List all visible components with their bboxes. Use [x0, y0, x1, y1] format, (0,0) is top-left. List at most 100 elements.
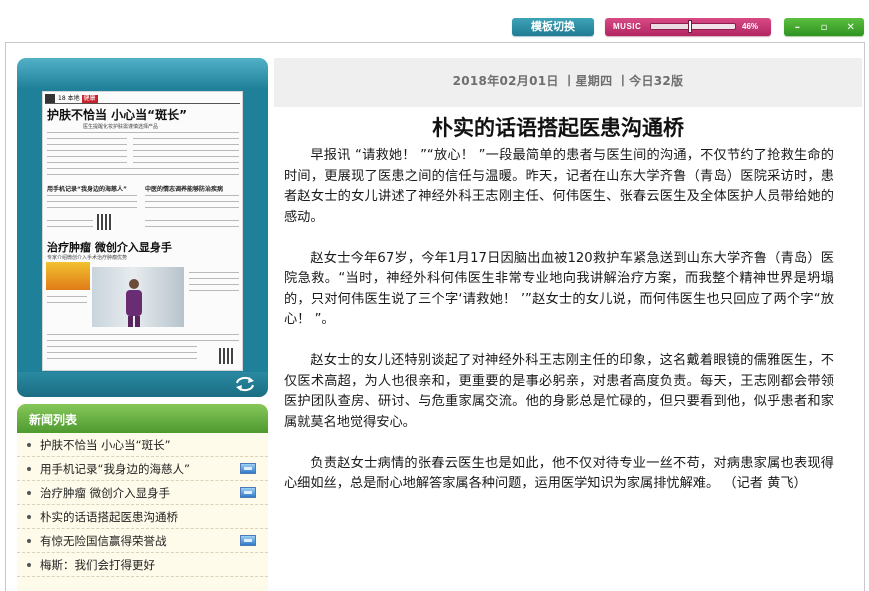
qr-code-icon — [219, 348, 235, 364]
newspaper-masthead: 18 本地 健康 — [45, 94, 240, 104]
text-column-line — [189, 272, 239, 273]
newspaper-subline-lower: 专家介绍微创介入手术治疗肿瘤优势 — [47, 255, 128, 261]
newspaper-panel-header — [17, 58, 268, 89]
text-column-line — [133, 144, 239, 145]
news-list-item-label[interactable]: 朴实的话语搭起医患沟通桥 — [40, 505, 178, 529]
article-paragraph: 赵女士今年67岁，今年1月17日因脑出血被120救护车紧急送到山东大学齐鲁（青岛… — [284, 250, 834, 328]
article-paragraph: 负责赵女士病情的张春云医生也是如此，他不仅对待专业一丝不苟，对病患家属也表现得心… — [284, 455, 834, 492]
newspaper-subline-top: 医生提醒化妆护肤需谨慎选择产品 — [83, 124, 159, 130]
text-column-line — [133, 138, 239, 139]
text-column-line — [47, 162, 127, 163]
article-paragraph: 早报讯 “请救她！ ”“放心！ ”一段最简单的患者与医生间的沟通，不仅节约了抢救… — [284, 148, 834, 225]
bullet-icon — [27, 443, 31, 447]
video-icon[interactable] — [240, 487, 256, 498]
music-volume-knob[interactable] — [687, 20, 692, 33]
main-frame: 18 本地 健康 护肤不恰当 小心当“斑长” 医生提醒化妆护肤需谨慎选择产品 用… — [5, 42, 865, 591]
text-column-line — [47, 138, 127, 139]
news-list-item-label[interactable]: 护肤不恰当 小心当“斑长” — [40, 433, 171, 457]
text-column-line — [47, 156, 127, 157]
text-column-line — [47, 226, 93, 227]
date-bar: 2018年02月01日 丨星期四 丨今日32版 — [274, 58, 862, 107]
article-body: 早报讯 “请救她！ ”“放心！ ”一段最简单的患者与医生间的沟通，不仅节约了抢救… — [284, 146, 834, 515]
text-column-line — [145, 207, 239, 208]
close-icon[interactable]: ✕ — [841, 22, 861, 33]
text-column-line — [47, 207, 137, 208]
news-list-item[interactable]: 护肤不恰当 小心当“斑长” — [17, 433, 268, 457]
article-paragraph: 赵女士的女儿还特别谈起了对神经外科王志刚主任的印象，这名戴着眼镜的儒雅医生，不仅… — [284, 353, 834, 430]
bullet-icon — [27, 515, 31, 519]
text-column-line — [145, 201, 239, 202]
news-list-title: 新闻列表 — [29, 413, 78, 427]
text-column-line — [47, 302, 87, 303]
text-column-line — [47, 296, 87, 297]
text-column-line — [47, 132, 239, 133]
bullet-icon — [27, 467, 31, 471]
minimize-icon[interactable]: – — [787, 22, 807, 33]
text-column-line — [133, 162, 239, 163]
article-title: 朴实的话语搭起医患沟通桥 — [432, 115, 684, 140]
masthead-tag: 健康 — [81, 95, 98, 103]
person-figure-icon — [126, 279, 142, 327]
news-list-item[interactable]: 治疗肿瘤 微创介入显身手 — [17, 481, 268, 505]
bullet-icon — [27, 563, 31, 567]
music-control: MUSIC 46% — [605, 18, 771, 36]
text-column-line — [47, 150, 127, 151]
issue-date-line: 2018年02月01日 丨星期四 丨今日32版 — [452, 74, 684, 88]
video-icon[interactable] — [240, 535, 256, 546]
video-icon[interactable] — [240, 463, 256, 474]
text-column-line — [47, 144, 127, 145]
music-label: MUSIC — [613, 22, 642, 31]
text-column-line — [145, 195, 239, 196]
masthead-page: 18 — [58, 95, 66, 102]
newspaper-page-thumbnail[interactable]: 18 本地 健康 护肤不恰当 小心当“斑长” 医生提醒化妆护肤需谨慎选择产品 用… — [42, 91, 243, 371]
masthead-section: 本地 — [67, 95, 80, 102]
doctor-photo — [92, 267, 184, 327]
window-controls: – ▫ ✕ — [784, 18, 864, 36]
text-column-line — [47, 195, 137, 196]
news-list-item-label[interactable]: 用手机记录“我身边的海慈人” — [40, 457, 190, 481]
news-list-item[interactable]: 梅斯：我们会打得更好 — [17, 553, 268, 577]
bullet-icon — [27, 539, 31, 543]
newspaper-headline-top[interactable]: 护肤不恰当 小心当“斑长” — [47, 106, 187, 123]
top-toolbar: 模板切换 MUSIC 46% – ▫ ✕ — [0, 0, 869, 42]
music-volume-fill — [651, 24, 690, 29]
text-column-line — [47, 220, 93, 221]
newspaper-headline-lower[interactable]: 治疗肿瘤 微创介入显身手 — [47, 239, 172, 255]
page-flip-icon[interactable] — [234, 376, 256, 392]
bullet-icon — [27, 491, 31, 495]
newspaper-heading-left[interactable]: 用手机记录“我身边的海慈人” — [47, 184, 127, 193]
text-column-line — [133, 150, 239, 151]
masthead-logo — [45, 94, 55, 103]
masthead-text: 18 本地 健康 — [58, 94, 98, 103]
news-list-header: 新闻列表 — [17, 404, 268, 433]
text-column-line — [189, 284, 239, 285]
text-column-line — [133, 156, 239, 157]
template-switch-button[interactable]: 模板切换 — [512, 18, 594, 36]
news-list-item-label[interactable]: 有惊无险国信赢得荣誉战 — [40, 529, 167, 553]
advert-image — [46, 262, 90, 290]
newspaper-heading-right: 中医的情志调养能够防治疾病 — [145, 186, 224, 193]
music-volume-slider[interactable] — [650, 20, 736, 33]
text-column-line — [145, 220, 239, 221]
news-list-item[interactable]: 用手机记录“我身边的海慈人” — [17, 457, 268, 481]
text-column-line — [47, 174, 239, 175]
news-list-item-label[interactable]: 梅斯：我们会打得更好 — [40, 553, 155, 577]
text-column-line — [47, 346, 197, 347]
text-column-line — [47, 334, 239, 335]
restore-icon[interactable]: ▫ — [814, 22, 834, 33]
news-list-item[interactable]: 朴实的话语搭起医患沟通桥 — [17, 505, 268, 529]
text-column-line — [47, 201, 137, 202]
text-column-line — [47, 168, 239, 169]
text-column-line — [47, 340, 239, 341]
text-column-line — [47, 358, 197, 359]
qr-code-icon — [97, 214, 113, 230]
text-column-line — [189, 290, 239, 291]
newspaper-panel-footer — [17, 372, 268, 397]
text-column-line — [145, 226, 239, 227]
newspaper-preview-panel: 18 本地 健康 护肤不恰当 小心当“斑长” 医生提醒化妆护肤需谨慎选择产品 用… — [17, 58, 268, 397]
news-list-item[interactable]: 有惊无险国信赢得荣誉战 — [17, 529, 268, 553]
text-column-line — [47, 352, 197, 353]
text-column-line — [189, 278, 239, 279]
music-volume-percent: 46% — [742, 22, 759, 31]
news-list-item-label[interactable]: 治疗肿瘤 微创介入显身手 — [40, 481, 170, 505]
